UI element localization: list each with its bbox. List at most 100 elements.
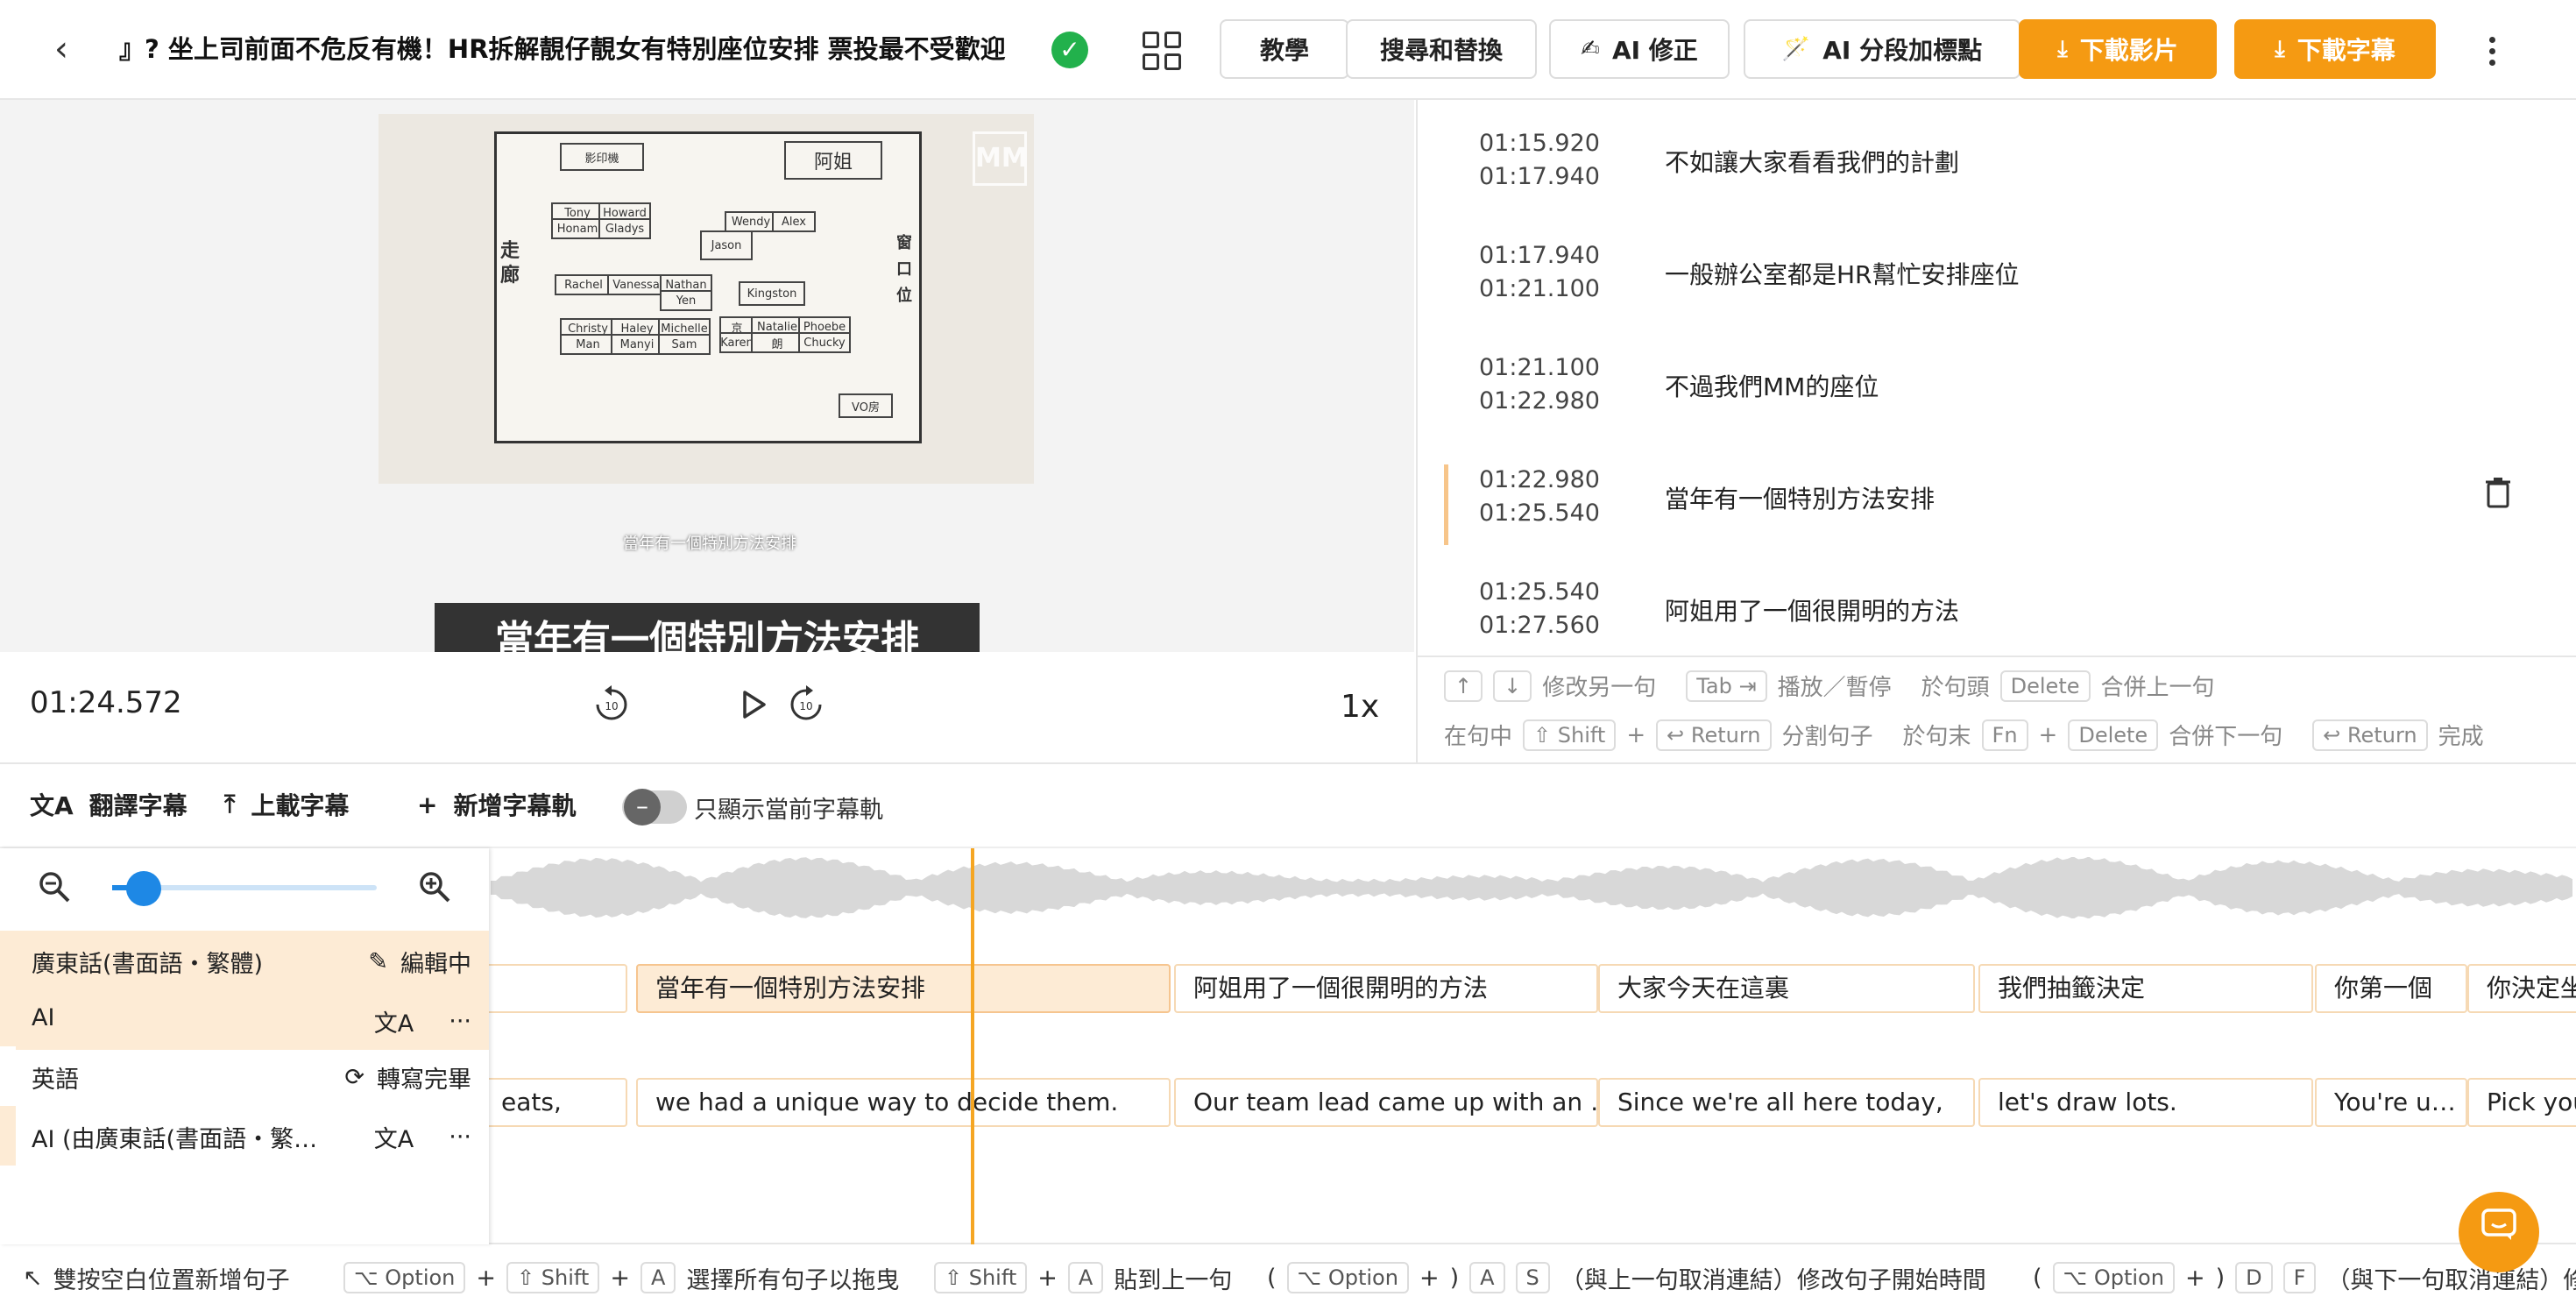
subtitle-clip[interactable]: eats, [482,1078,627,1127]
transcript-row[interactable]: 01:21.100 01:22.980 不過我們MM的座位 [1418,337,2576,449]
translate-icon[interactable]: 文A [374,1120,414,1154]
desk: Yen [660,290,712,311]
segment-text[interactable]: 一般辦公室都是HR幫忙安排座位 [1665,256,2020,291]
track-english-ai[interactable]: AI (由廣東話(書面語・繁… 文A ··· [0,1106,489,1166]
segment-text[interactable]: 不如讓大家看看我們的計劃 [1665,144,1959,179]
track-cantonese[interactable]: 廣東話(書面語・繁體) ✎ 編輯中 [0,931,489,990]
translate-subtitles-button[interactable]: 文A 翻譯字幕 [30,787,188,822]
translate-icon[interactable]: 文A [374,1004,414,1038]
hint-text: 選擇所有句子以拖曳 [686,1266,900,1294]
track-cantonese-ai[interactable]: AI 文A ··· [0,990,489,1050]
vo-room-label: VO房 [839,393,893,418]
active-indicator [1444,464,1448,545]
download-subtitles-button[interactable]: ⤓ 下載字幕 [2234,19,2436,79]
desk: Man [560,334,616,355]
segment-text[interactable]: 當年有一個特別方法安排 [1665,480,1935,515]
key-return: ↩ Return [1656,719,1772,751]
segment-start[interactable]: 01:17.940 [1479,238,1600,273]
sync-icon: ⟳ [344,1064,364,1091]
playback-speed[interactable]: 1x [1341,689,1379,725]
hint-text: 合併下一句 [2169,724,2283,750]
plus: + [2184,1264,2205,1292]
audio-waveform[interactable] [491,857,2576,918]
download-video-button[interactable]: ⤓ 下載影片 [2019,19,2217,79]
hint-text: （與上一句取消連結）修改句子開始時間 [1560,1266,1986,1294]
bottom-shortcut-bar: ↖ 雙按空白位置新增句子 ⌥ Option + ⇧ Shift + A 選擇所有… [0,1243,2576,1311]
key-return: ↩ Return [2312,719,2428,751]
desk: 朗 [751,332,803,353]
zoom-in-icon[interactable] [417,869,452,912]
transcript-row[interactable]: 01:15.920 01:17.940 不如讓大家看看我們的計劃 [1418,112,2576,224]
subtitle-clip[interactable]: You're u… [2315,1078,2467,1127]
transcript-row[interactable]: 01:17.940 01:21.100 一般辦公室都是HR幫忙安排座位 [1418,224,2576,337]
more-vertical-icon[interactable] [2473,26,2511,75]
segment-start[interactable]: 01:25.540 [1479,575,1600,610]
subtitle-clip[interactable]: Our team lead came up with an … [1174,1078,1598,1127]
ai-correct-button[interactable]: ✍ AI 修正 [1549,19,1730,79]
tutorial-label: 教學 [1259,36,1309,65]
transcript-row-active[interactable]: 01:22.980 01:25.540 當年有一個特別方法安排 [1418,449,2576,561]
subtitle-clip[interactable]: Since we're all here today, [1598,1078,1975,1127]
pencil-icon[interactable]: ✎ [368,948,388,975]
more-horizontal-icon[interactable]: ··· [449,1008,471,1035]
track-status-label: 轉寫完畢 [377,1067,471,1094]
more-horizontal-icon[interactable]: ··· [449,1123,471,1151]
subtitle-clip[interactable]: we had a unique way to decide them. [636,1078,1171,1127]
segment-start[interactable]: 01:21.100 [1479,351,1600,386]
subtitle-clip[interactable]: let's draw lots. [1978,1078,2313,1127]
chat-support-icon[interactable] [2459,1192,2539,1272]
video-title[interactable]: 』? 坐上司前面不危反有機！HR拆解靚仔靚女有特別座位安排 票投最不受歡迎 [119,25,1048,74]
back-chevron-icon[interactable]: ‹ [39,26,84,72]
rewind-10-icon[interactable]: 10 [585,678,638,731]
hint-text: （與下一句取消連結）修 [2326,1266,2576,1294]
play-icon[interactable] [727,678,780,731]
delete-trash-icon[interactable] [2485,477,2511,516]
hint-text: 於句頭 [1921,675,1990,701]
track-english[interactable]: 英語 ⟳ 轉寫完畢 [0,1046,489,1106]
upload-subtitles-button[interactable]: ⤒ 上載字幕 [224,787,349,822]
forward-10-icon[interactable]: 10 [780,678,832,731]
segment-end[interactable]: 01:22.980 [1479,384,1600,419]
toggle-knob-minus-icon[interactable]: – [624,789,661,826]
hint-text: 雙按空白位置新增句子 [53,1266,290,1294]
zoom-slider-thumb[interactable] [126,871,162,906]
subtitle-clip[interactable]: Pick you [2467,1078,2576,1127]
subtitle-clip[interactable] [482,964,627,1013]
timeline-playhead[interactable] [971,848,974,1244]
zoom-controls [0,848,489,929]
segment-start[interactable]: 01:22.980 [1479,463,1600,498]
key-s: S [1515,1262,1550,1293]
desk: Vanessa [607,274,665,295]
desk: Sam [658,334,711,355]
segment-start[interactable]: 01:15.920 [1479,126,1600,161]
segment-end[interactable]: 01:27.560 [1479,608,1600,643]
subtitle-clip-selected[interactable]: 當年有一個特別方法安排 [636,964,1171,1013]
subtitle-clip[interactable]: 大家今天在這裏 [1598,964,1975,1013]
segment-end[interactable]: 01:21.100 [1479,272,1600,307]
segment-end[interactable]: 01:25.540 [1479,496,1600,531]
subtitle-clip[interactable]: 我們抽籤決定 [1978,964,2313,1013]
add-track-button[interactable]: + 新增字幕軌 [417,787,576,822]
zoom-out-icon[interactable] [37,869,72,912]
ai-segment-label: AI 分段加標點 [1822,36,1983,65]
segment-end[interactable]: 01:17.940 [1479,159,1600,195]
find-replace-button[interactable]: 搜尋和替換 [1346,19,1537,79]
tutorial-button[interactable]: 教學 [1220,19,1349,79]
svg-text:10: 10 [605,700,618,712]
segment-text[interactable]: 阿姐用了一個很開明的方法 [1665,592,1959,627]
apps-grid-icon[interactable] [1143,32,1181,70]
desk: Kingston [739,281,805,306]
track-status: ⟳ 轉寫完畢 [344,1060,471,1095]
translate-label: 翻譯字幕 [88,791,188,820]
corridor-label: 走廊 [500,240,520,287]
subtitle-clip[interactable]: 你決定坐 [2467,964,2576,1013]
segment-text[interactable]: 不過我們MM的座位 [1665,368,1879,403]
subtitle-clip[interactable]: 阿姐用了一個很開明的方法 [1174,964,1598,1013]
paren: ) [1449,1264,1460,1292]
paren: ) [2215,1264,2226,1292]
ai-segment-button[interactable]: 🪄 AI 分段加標點 [1744,19,2020,79]
ai-correct-label: AI 修正 [1611,36,1698,65]
download-icon: ⤓ [2275,35,2285,62]
key-shift: ⇧ Shift [1523,719,1617,751]
subtitle-clip[interactable]: 你第一個 [2315,964,2467,1013]
